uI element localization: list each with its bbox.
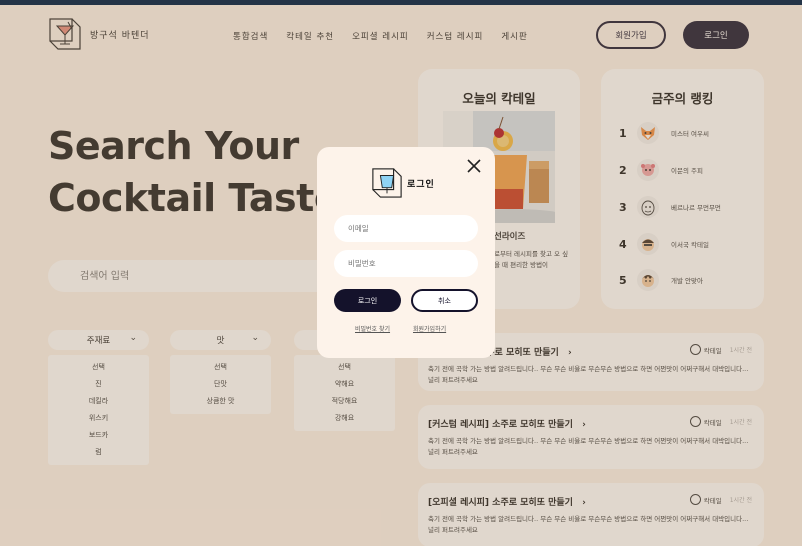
email-field[interactable] bbox=[334, 215, 478, 242]
cocktail-logo-icon bbox=[372, 168, 402, 198]
modal-title: 로그인 bbox=[407, 179, 435, 190]
close-icon[interactable] bbox=[467, 159, 481, 173]
modal-cancel-button[interactable]: 취소 bbox=[411, 289, 478, 312]
password-field[interactable] bbox=[334, 250, 478, 277]
modal-login-button[interactable]: 로그인 bbox=[334, 289, 401, 312]
modal-logo: 로그인 bbox=[371, 167, 435, 199]
login-modal: 로그인 로그인 취소 비밀번호 찾기 회원가입하기 bbox=[317, 147, 495, 358]
find-password-link[interactable]: 비밀번호 찾기 bbox=[355, 324, 390, 333]
signup-link[interactable]: 회원가입하기 bbox=[413, 324, 446, 333]
